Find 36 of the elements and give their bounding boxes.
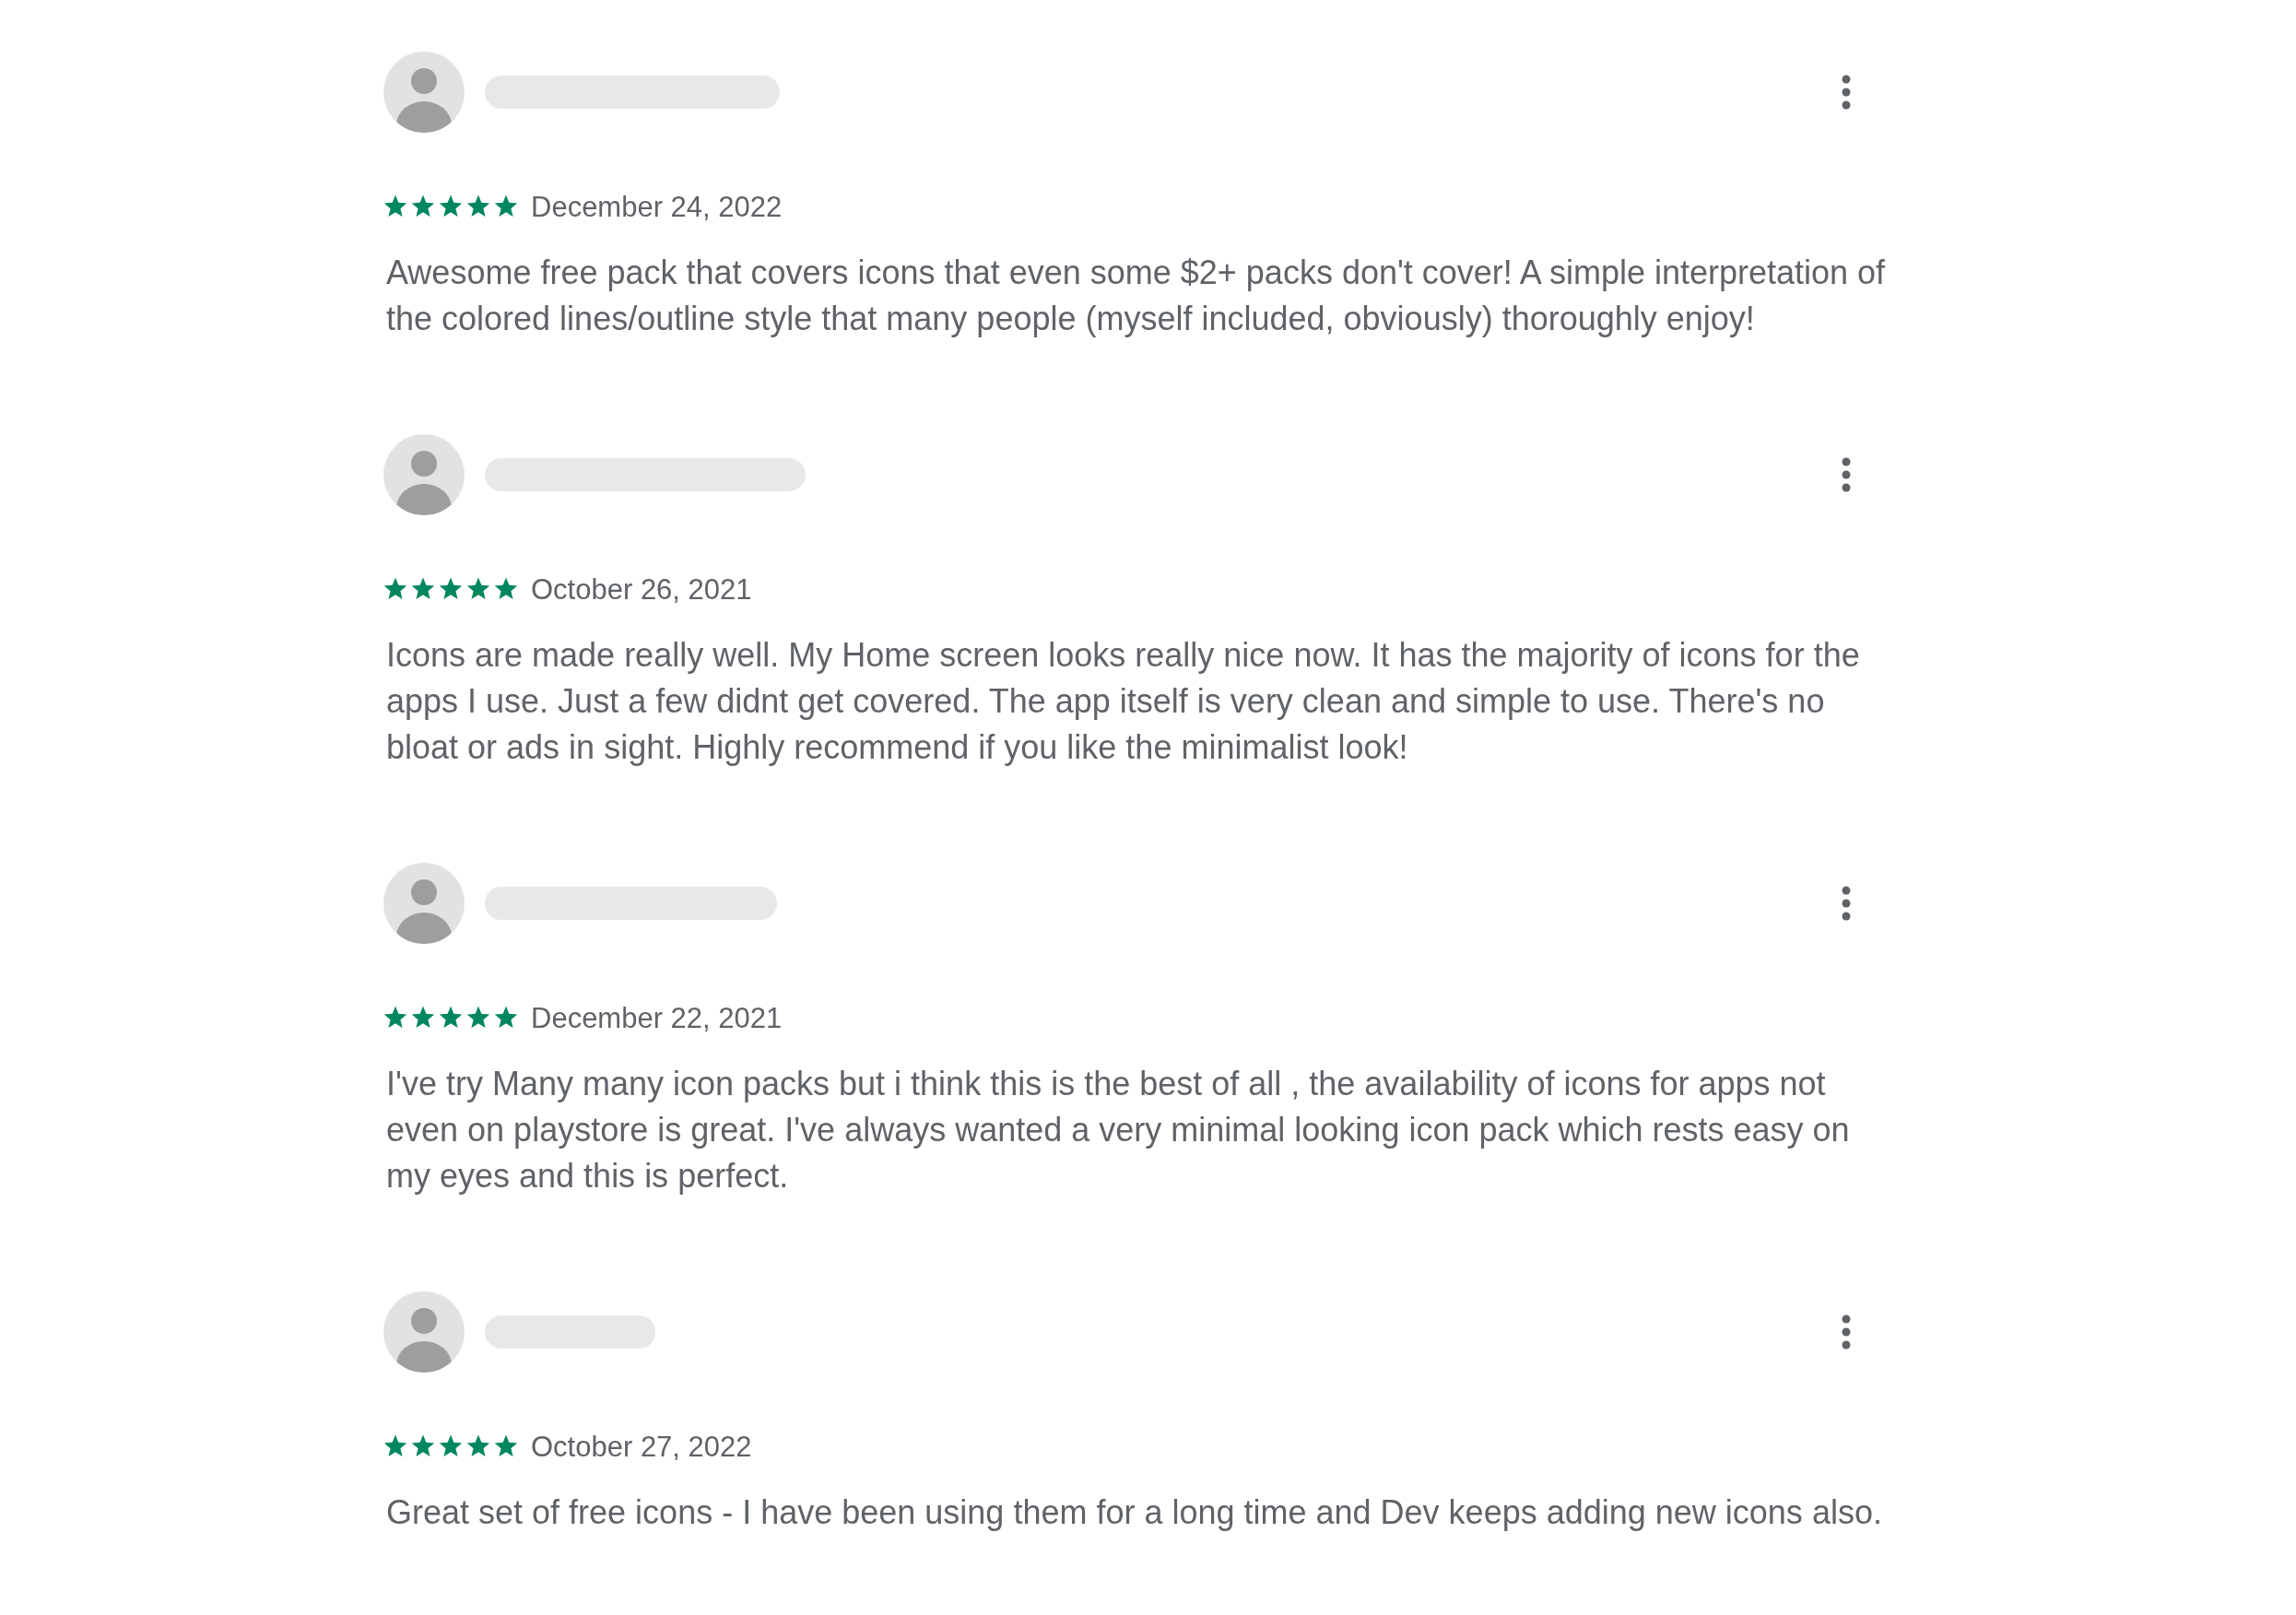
star-icon [383,576,407,600]
star-icon [439,1005,463,1029]
review-text: Icons are made really well. My Home screen looks really nice now. It has the majority of icons for the apps I use. Just a few didnt get covered. The app itself is very clean and simple to use. There's no bloat or ads in sight. Highly recommend if you like the minimalist look! [386,635,1861,768]
star-icon [466,576,490,600]
more-vertical-icon [1842,1314,1851,1350]
star-icon [494,1433,518,1457]
star-icon [411,1005,435,1029]
star-icon [466,194,490,218]
more-vertical-icon [1842,457,1851,492]
user-avatar-icon [383,1291,465,1373]
review-text: Great set of free icons - I have been using them for a long time and Dev keeps adding new icons also. [386,1492,1883,1533]
review-date: December 24, 2022 [531,191,783,224]
user-avatar-icon [383,434,465,515]
review-date: October 26, 2021 [531,573,752,607]
star-icon [439,194,463,218]
star-icon [411,1433,435,1457]
more-vertical-icon [1842,75,1851,110]
star-icon [411,576,435,600]
user-avatar-icon [383,52,465,133]
review-date: December 22, 2021 [531,1002,783,1035]
star-icon [439,1433,463,1457]
user-avatar-icon [383,863,465,944]
more-vertical-icon [1842,886,1851,921]
star-icon [411,194,435,218]
star-icon [383,1005,407,1029]
star-icon [494,576,518,600]
star-icon [383,194,407,218]
star-icon [383,1433,407,1457]
star-icon [494,1005,518,1029]
star-icon [494,194,518,218]
star-icon [466,1005,490,1029]
review-text: Awesome free pack that covers icons that even some $2+ packs don't cover! A simple interpretation of the colored lines/outline style that many people (myself included, obviously) thoroughly enjoy! [386,253,1887,339]
star-icon [466,1433,490,1457]
review-date: October 27, 2022 [531,1431,752,1464]
star-icon [439,576,463,600]
review-text: I've try Many many icon packs but i think this is the best of all , the availability of icons for apps not even on playstore is great. I've always wanted a very minimal looking icon pack which rests easy on my eyes and this is perfect. [386,1064,1851,1197]
